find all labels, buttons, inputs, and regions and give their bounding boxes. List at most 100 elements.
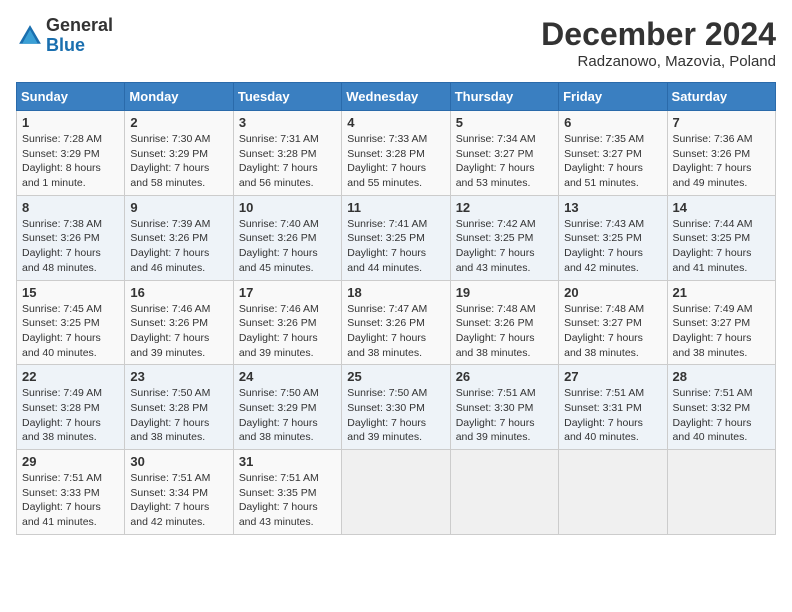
logo-general: General [46, 15, 113, 35]
calendar-cell: 4 Sunrise: 7:33 AMSunset: 3:28 PMDaylight… [342, 111, 450, 196]
calendar-cell: 3 Sunrise: 7:31 AMSunset: 3:28 PMDaylight… [233, 111, 341, 196]
day-number: 29 [22, 454, 119, 469]
calendar-cell: 28Sunrise: 7:51 AMSunset: 3:32 PMDayligh… [667, 365, 775, 450]
weekday-header-wednesday: Wednesday [342, 83, 450, 111]
day-number: 22 [22, 369, 119, 384]
day-info: Sunrise: 7:35 AMSunset: 3:27 PMDaylight:… [564, 132, 661, 191]
day-number: 24 [239, 369, 336, 384]
day-number: 25 [347, 369, 444, 384]
calendar-cell: 7 Sunrise: 7:36 AMSunset: 3:26 PMDaylight… [667, 111, 775, 196]
day-number: 30 [130, 454, 227, 469]
calendar-cell: 19 Sunrise: 7:48 AMSunset: 3:26 PMDayligh… [450, 280, 558, 365]
day-number: 10 [239, 200, 336, 215]
day-info: Sunrise: 7:34 AMSunset: 3:27 PMDaylight:… [456, 132, 553, 191]
day-number: 2 [130, 115, 227, 130]
day-info: Sunrise: 7:38 AMSunset: 3:26 PMDaylight:… [22, 217, 119, 276]
day-info: Sunrise: 7:46 AMSunset: 3:26 PMDaylight:… [130, 302, 227, 361]
calendar-table: SundayMondayTuesdayWednesdayThursdayFrid… [16, 82, 776, 535]
location: Radzanowo, Mazovia, Poland [541, 53, 776, 70]
day-info: Sunrise: 7:44 AMSunset: 3:25 PMDaylight:… [673, 217, 770, 276]
day-info: Sunrise: 7:51 AMSunset: 3:35 PMDaylight:… [239, 471, 336, 530]
weekday-header-row: SundayMondayTuesdayWednesdayThursdayFrid… [17, 83, 776, 111]
day-info: Sunrise: 7:48 AMSunset: 3:26 PMDaylight:… [456, 302, 553, 361]
day-number: 1 [22, 115, 119, 130]
day-number: 8 [22, 200, 119, 215]
logo: General Blue [16, 16, 113, 56]
day-number: 6 [564, 115, 661, 130]
calendar-cell: 16 Sunrise: 7:46 AMSunset: 3:26 PMDayligh… [125, 280, 233, 365]
day-number: 9 [130, 200, 227, 215]
calendar-cell: 1 Sunrise: 7:28 AMSunset: 3:29 PMDaylight… [17, 111, 125, 196]
day-info: Sunrise: 7:46 AMSunset: 3:26 PMDaylight:… [239, 302, 336, 361]
day-number: 26 [456, 369, 553, 384]
day-number: 4 [347, 115, 444, 130]
calendar-cell: 30 Sunrise: 7:51 AMSunset: 3:34 PMDayligh… [125, 450, 233, 535]
day-info: Sunrise: 7:51 AMSunset: 3:30 PMDaylight:… [456, 386, 553, 445]
day-number: 20 [564, 285, 661, 300]
calendar-cell: 20 Sunrise: 7:48 AMSunset: 3:27 PMDayligh… [559, 280, 667, 365]
weekday-header-sunday: Sunday [17, 83, 125, 111]
calendar-week-5: 29Sunrise: 7:51 AMSunset: 3:33 PMDayligh… [17, 450, 776, 535]
logo-blue: Blue [46, 35, 85, 55]
day-number: 14 [673, 200, 770, 215]
day-number: 19 [456, 285, 553, 300]
calendar-cell: 27 Sunrise: 7:51 AMSunset: 3:31 PMDayligh… [559, 365, 667, 450]
calendar-cell: 5 Sunrise: 7:34 AMSunset: 3:27 PMDaylight… [450, 111, 558, 196]
page-header: General Blue December 2024 Radzanowo, Ma… [16, 16, 776, 70]
calendar-header: SundayMondayTuesdayWednesdayThursdayFrid… [17, 83, 776, 111]
day-info: Sunrise: 7:41 AMSunset: 3:25 PMDaylight:… [347, 217, 444, 276]
calendar-cell [559, 450, 667, 535]
calendar-cell: 10 Sunrise: 7:40 AMSunset: 3:26 PMDayligh… [233, 195, 341, 280]
calendar-cell: 29Sunrise: 7:51 AMSunset: 3:33 PMDayligh… [17, 450, 125, 535]
day-number: 5 [456, 115, 553, 130]
calendar-week-4: 22 Sunrise: 7:49 AMSunset: 3:28 PMDayligh… [17, 365, 776, 450]
weekday-header-saturday: Saturday [667, 83, 775, 111]
day-info: Sunrise: 7:33 AMSunset: 3:28 PMDaylight:… [347, 132, 444, 191]
day-number: 23 [130, 369, 227, 384]
calendar-cell: 18Sunrise: 7:47 AMSunset: 3:26 PMDayligh… [342, 280, 450, 365]
calendar-cell: 9Sunrise: 7:39 AMSunset: 3:26 PMDaylight… [125, 195, 233, 280]
calendar-cell: 26 Sunrise: 7:51 AMSunset: 3:30 PMDayligh… [450, 365, 558, 450]
day-info: Sunrise: 7:47 AMSunset: 3:26 PMDaylight:… [347, 302, 444, 361]
calendar-cell [450, 450, 558, 535]
weekday-header-tuesday: Tuesday [233, 83, 341, 111]
calendar-cell: 6 Sunrise: 7:35 AMSunset: 3:27 PMDaylight… [559, 111, 667, 196]
day-number: 21 [673, 285, 770, 300]
day-info: Sunrise: 7:51 AMSunset: 3:34 PMDaylight:… [130, 471, 227, 530]
day-number: 3 [239, 115, 336, 130]
weekday-header-monday: Monday [125, 83, 233, 111]
calendar-cell: 13 Sunrise: 7:43 AMSunset: 3:25 PMDayligh… [559, 195, 667, 280]
day-info: Sunrise: 7:48 AMSunset: 3:27 PMDaylight:… [564, 302, 661, 361]
calendar-cell: 24 Sunrise: 7:50 AMSunset: 3:29 PMDayligh… [233, 365, 341, 450]
day-info: Sunrise: 7:43 AMSunset: 3:25 PMDaylight:… [564, 217, 661, 276]
day-info: Sunrise: 7:42 AMSunset: 3:25 PMDaylight:… [456, 217, 553, 276]
day-info: Sunrise: 7:28 AMSunset: 3:29 PMDaylight:… [22, 132, 119, 191]
calendar-cell: 21Sunrise: 7:49 AMSunset: 3:27 PMDayligh… [667, 280, 775, 365]
calendar-cell: 23Sunrise: 7:50 AMSunset: 3:28 PMDayligh… [125, 365, 233, 450]
month-year: December 2024 [541, 16, 776, 53]
day-info: Sunrise: 7:36 AMSunset: 3:26 PMDaylight:… [673, 132, 770, 191]
day-number: 13 [564, 200, 661, 215]
day-number: 7 [673, 115, 770, 130]
title-block: December 2024 Radzanowo, Mazovia, Poland [541, 16, 776, 70]
day-number: 27 [564, 369, 661, 384]
day-info: Sunrise: 7:31 AMSunset: 3:28 PMDaylight:… [239, 132, 336, 191]
day-info: Sunrise: 7:30 AMSunset: 3:29 PMDaylight:… [130, 132, 227, 191]
calendar-cell: 22 Sunrise: 7:49 AMSunset: 3:28 PMDayligh… [17, 365, 125, 450]
calendar-cell [667, 450, 775, 535]
day-info: Sunrise: 7:49 AMSunset: 3:28 PMDaylight:… [22, 386, 119, 445]
calendar-cell: 17Sunrise: 7:46 AMSunset: 3:26 PMDayligh… [233, 280, 341, 365]
day-number: 15 [22, 285, 119, 300]
calendar-cell: 15 Sunrise: 7:45 AMSunset: 3:25 PMDayligh… [17, 280, 125, 365]
day-info: Sunrise: 7:51 AMSunset: 3:31 PMDaylight:… [564, 386, 661, 445]
day-info: Sunrise: 7:45 AMSunset: 3:25 PMDaylight:… [22, 302, 119, 361]
day-number: 16 [130, 285, 227, 300]
logo-text: General Blue [46, 16, 113, 56]
day-number: 11 [347, 200, 444, 215]
day-info: Sunrise: 7:40 AMSunset: 3:26 PMDaylight:… [239, 217, 336, 276]
calendar-cell: 31Sunrise: 7:51 AMSunset: 3:35 PMDayligh… [233, 450, 341, 535]
calendar-cell: 12Sunrise: 7:42 AMSunset: 3:25 PMDayligh… [450, 195, 558, 280]
day-info: Sunrise: 7:50 AMSunset: 3:29 PMDaylight:… [239, 386, 336, 445]
calendar-body: 1 Sunrise: 7:28 AMSunset: 3:29 PMDaylight… [17, 111, 776, 535]
calendar-week-3: 15 Sunrise: 7:45 AMSunset: 3:25 PMDayligh… [17, 280, 776, 365]
